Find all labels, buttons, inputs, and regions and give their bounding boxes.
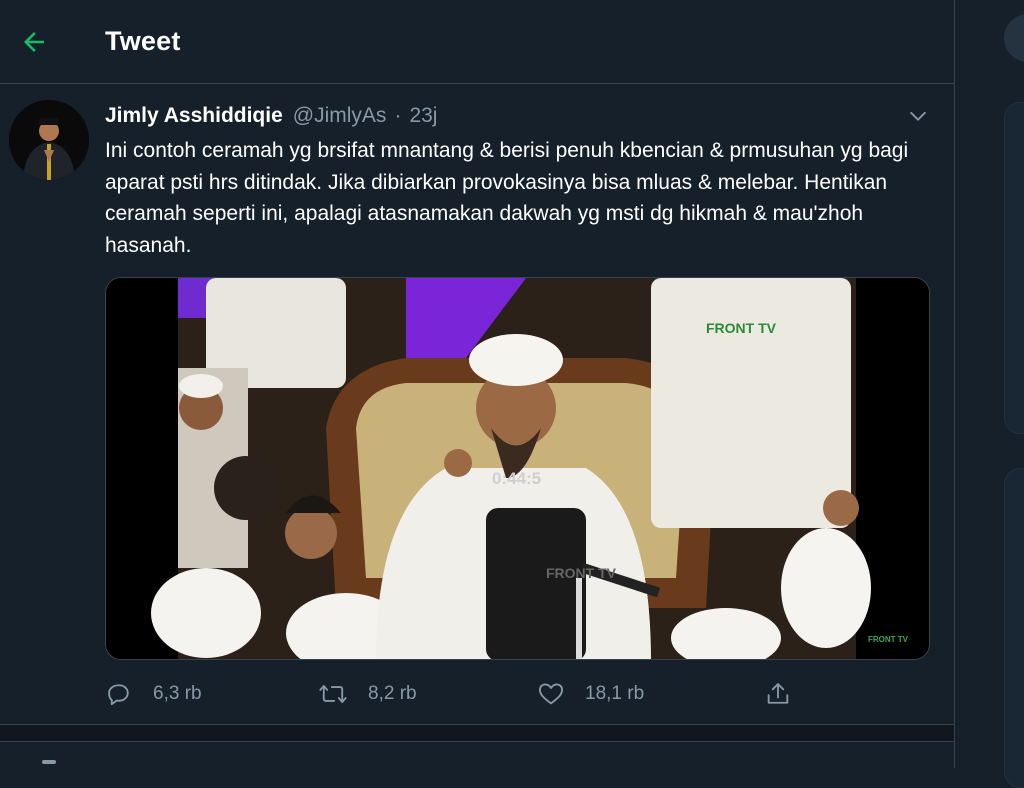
more-options-button[interactable] [904,102,932,130]
heart-icon [538,683,564,705]
author-name[interactable]: Jimly Asshiddiqie [105,104,283,128]
next-item-glyph [42,760,56,764]
retweet-icon [319,685,347,703]
tweet: Jimly Asshiddiqie @JimlyAs · 23j Ini con… [0,84,954,724]
arrow-left-icon [24,32,44,52]
video-timestamp: 0:44:5 [492,469,541,488]
like-button[interactable]: 18,1 rb [537,678,644,710]
sidebar-panel [1004,102,1024,434]
video-frame: FRONT TV FRONT TV 0:44:5 FRONT TV [106,278,929,659]
video-watermark-corner: FRONT TV [868,635,909,644]
sidebar-panel-lower [1004,468,1024,788]
reply-icon [108,684,129,706]
reply-count: 6,3 rb [153,683,202,704]
search-box[interactable] [1004,14,1024,62]
avatar-image [9,100,89,180]
page-title: Tweet [105,26,181,56]
video-watermark-top: FRONT TV [706,320,777,336]
chevron-down-icon [910,111,926,121]
section-divider [0,724,954,742]
top-bar: Tweet [0,0,954,84]
retweet-button[interactable]: 8,2 rb [318,678,417,710]
share-icon [767,683,789,704]
tweet-text: Ini contoh ceramah yg brsifat mnantang &… [105,139,909,257]
main-column: Tweet Jimly Asshiddiqie @JimlyAs · 23j I [0,0,955,768]
tweet-video[interactable]: FRONT TV FRONT TV 0:44:5 FRONT TV [105,277,930,660]
reply-button[interactable]: 6,3 rb [105,678,202,710]
tweet-time[interactable]: 23j [409,104,437,128]
tweet-header: Jimly Asshiddiqie @JimlyAs · 23j [105,104,437,128]
like-count: 18,1 rb [585,683,645,704]
retweet-count: 8,2 rb [368,683,417,704]
avatar[interactable] [9,100,89,180]
tweet-actions: 6,3 rb 8,2 rb 18,1 rb [105,678,805,710]
back-button[interactable] [14,22,54,62]
video-watermark-mic: FRONT TV [546,565,617,581]
author-handle[interactable]: @JimlyAs [293,104,387,128]
separator-dot: · [394,104,402,127]
share-button[interactable] [764,678,792,710]
